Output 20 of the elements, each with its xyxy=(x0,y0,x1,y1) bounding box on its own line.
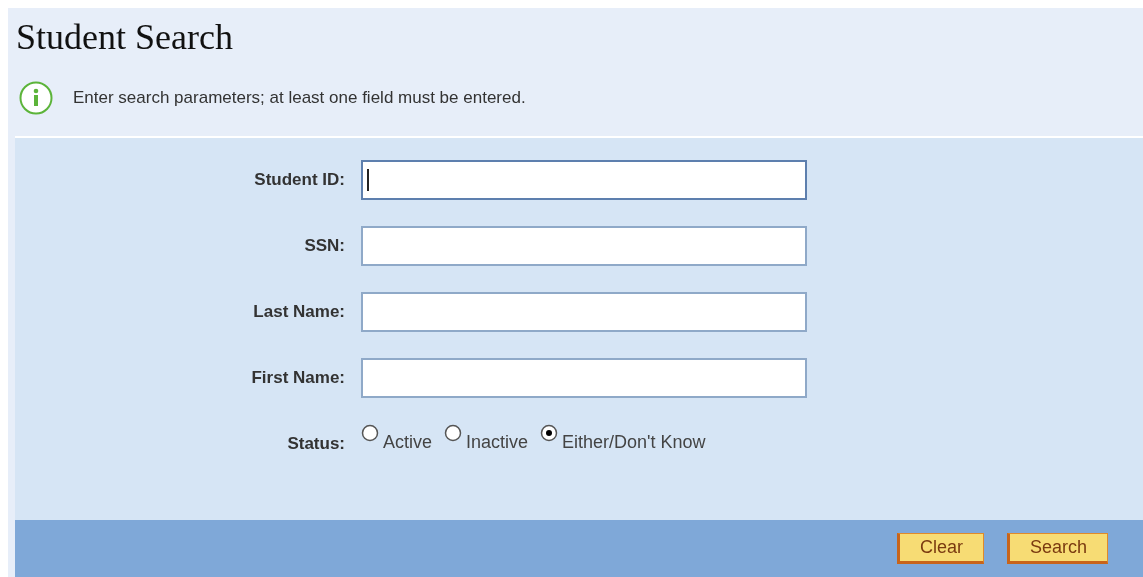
text-field[interactable] xyxy=(361,225,807,266)
radio-label[interactable]: Inactive xyxy=(466,432,529,454)
text-field[interactable] xyxy=(361,291,807,332)
info-icon xyxy=(19,80,53,115)
field-label: Status: xyxy=(287,433,345,454)
radio-button[interactable] xyxy=(540,424,559,443)
action-button[interactable]: Search xyxy=(1006,533,1108,564)
field-label: Student ID: xyxy=(254,169,345,190)
action-button[interactable]: Clear xyxy=(896,533,984,564)
radio-label[interactable]: Either/Don't Know xyxy=(562,432,706,454)
radio-button[interactable] xyxy=(444,424,463,443)
field-label: Last Name: xyxy=(253,301,345,322)
text-field[interactable] xyxy=(361,159,807,200)
page-title: Student Search xyxy=(16,18,234,58)
field-label: SSN: xyxy=(304,235,345,256)
field-label: First Name: xyxy=(251,367,345,388)
text-field[interactable] xyxy=(361,357,807,398)
radio-button[interactable] xyxy=(361,424,379,443)
info-message: Enter search parameters; at least one field must be entered. xyxy=(73,87,526,108)
radio-label[interactable]: Active xyxy=(383,432,433,454)
